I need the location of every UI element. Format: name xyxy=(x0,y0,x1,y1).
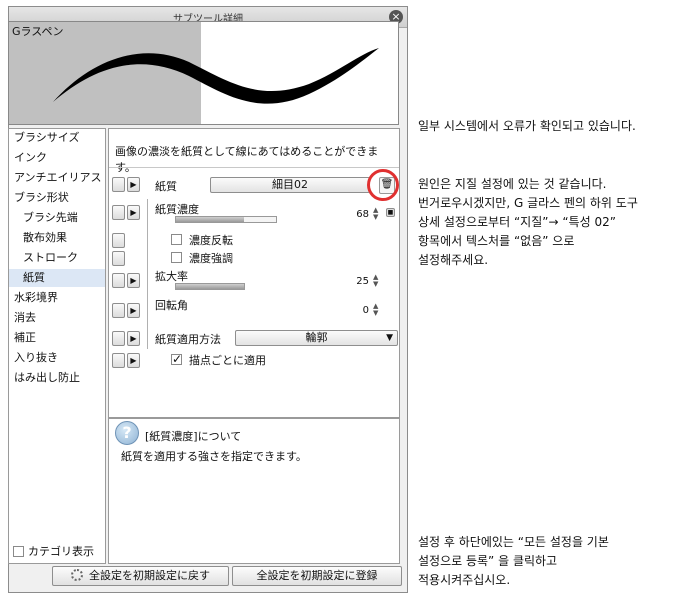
category-item-brush-shape[interactable]: ブラシ形状 xyxy=(9,189,105,207)
category-display-checkbox[interactable] xyxy=(13,545,24,557)
scale-slider[interactable] xyxy=(175,283,245,290)
tree-line xyxy=(147,199,148,349)
reset-all-settings-button[interactable]: 全設定を初期設定に戻す xyxy=(52,566,229,586)
category-item-prevent-overflow[interactable]: はみ出し防止 xyxy=(9,369,105,387)
per-dot-checkbox[interactable] xyxy=(171,352,182,366)
expand-arrow-icon[interactable]: ▶ xyxy=(127,303,140,318)
paper-density-value[interactable]: 68 xyxy=(339,209,369,220)
category-item-erase[interactable]: 消去 xyxy=(9,309,105,327)
expand-arrow-icon[interactable]: ▶ xyxy=(127,353,140,368)
help-body: 紙質を適用する強さを指定できます。 xyxy=(121,450,307,463)
paper-label: 紙質 xyxy=(155,180,177,193)
show-in-tool-property-toggle[interactable] xyxy=(112,273,125,288)
question-icon: ? xyxy=(115,421,139,445)
paper-density-spinner-icon[interactable]: ▲ ▼ xyxy=(373,207,382,221)
per-dot-label: 描点ごとに適用 xyxy=(189,354,266,367)
category-display-toggle[interactable]: カテゴリ表示 xyxy=(13,543,94,559)
reset-icon xyxy=(71,569,83,581)
invert-density-label: 濃度反転 xyxy=(189,234,233,247)
expand-arrow-icon[interactable]: ▶ xyxy=(127,205,140,220)
help-panel: ? [紙質濃度]について 紙質を適用する強さを指定できます。 xyxy=(108,418,400,564)
paper-density-label: 紙質濃度 xyxy=(155,203,199,216)
category-item-start-end[interactable]: 入り抜き xyxy=(9,349,105,367)
emphasize-density-checkbox[interactable] xyxy=(171,252,182,263)
category-list: ブラシサイズ インク アンチエイリアス ブラシ形状 ブラシ先端 散布効果 ストロ… xyxy=(8,128,106,564)
apply-method-dropdown[interactable]: 輪郭 ▼ xyxy=(235,330,398,346)
brush-name: Gラスペン xyxy=(12,25,64,38)
scale-fill xyxy=(176,284,244,289)
category-item-stroke[interactable]: ストローク xyxy=(9,249,105,267)
expand-arrow-icon[interactable]: ▶ xyxy=(127,273,140,288)
paper-density-fill xyxy=(176,217,244,222)
slider-mode-icon[interactable]: ■ xyxy=(386,208,395,217)
category-item-texture[interactable]: 紙質 xyxy=(9,269,105,287)
rotation-label: 回転角 xyxy=(155,299,188,312)
category-item-correction[interactable]: 補正 xyxy=(9,329,105,347)
brush-preview: Gラスペン xyxy=(8,21,399,125)
scale-spinner-icon[interactable]: ▲ ▼ xyxy=(373,274,382,288)
reset-button-label: 全設定を初期設定に戻す xyxy=(89,569,210,582)
category-item-ink[interactable]: インク xyxy=(9,149,105,167)
apply-method-label: 紙質適用方法 xyxy=(155,333,221,346)
show-in-tool-property-toggle[interactable] xyxy=(112,303,125,318)
register-all-settings-button[interactable]: 全設定を初期設定に登録 xyxy=(232,566,402,586)
expand-arrow-icon[interactable]: ▶ xyxy=(127,177,140,192)
category-item-brush-size[interactable]: ブラシサイズ xyxy=(9,129,105,147)
show-in-tool-property-toggle[interactable] xyxy=(112,177,125,192)
category-item-watercolor-edge[interactable]: 水彩境界 xyxy=(9,289,105,307)
category-item-brush-tip[interactable]: ブラシ先端 xyxy=(9,209,105,227)
rotation-spinner-icon[interactable]: ▲ ▼ xyxy=(373,303,382,317)
show-in-tool-property-toggle[interactable] xyxy=(112,233,125,248)
invert-density-checkbox[interactable] xyxy=(171,234,182,245)
chevron-down-icon: ▼ xyxy=(386,333,393,343)
note-error: 일부 시스템에서 오류가 확인되고 있습니다. xyxy=(418,119,636,133)
paper-density-slider[interactable] xyxy=(175,216,277,223)
highlight-circle xyxy=(367,169,399,201)
help-title: [紙質濃度]について xyxy=(145,430,242,443)
category-item-antialias[interactable]: アンチエイリアス xyxy=(9,169,105,187)
scale-value[interactable]: 25 xyxy=(339,276,369,287)
note-register: 설정 후 하단에있는 “모든 설정을 기본 설정으로 등록” 을 클릭하고 적용… xyxy=(418,535,609,587)
show-in-tool-property-toggle[interactable] xyxy=(112,205,125,220)
show-in-tool-property-toggle[interactable] xyxy=(112,331,125,346)
expand-arrow-icon[interactable]: ▶ xyxy=(127,331,140,346)
rotation-value[interactable]: 0 xyxy=(339,305,369,316)
category-display-label: カテゴリ表示 xyxy=(28,545,94,558)
category-item-spray[interactable]: 散布効果 xyxy=(9,229,105,247)
category-description: 画像の濃淡を紙質として線にあてはめることができます。 xyxy=(115,145,379,174)
paper-texture-button[interactable]: 細目02 xyxy=(210,177,370,193)
note-cause: 원인은 지질 설정에 있는 것 같습니다. 번거로우시겠지만, G 글라스 펜의… xyxy=(418,177,638,267)
show-in-tool-property-toggle[interactable] xyxy=(112,353,125,368)
scale-label: 拡大率 xyxy=(155,270,188,283)
stroke-preview-icon xyxy=(53,48,379,104)
show-in-tool-property-toggle[interactable] xyxy=(112,251,125,266)
emphasize-density-label: 濃度強調 xyxy=(189,252,233,265)
divider xyxy=(109,167,399,168)
settings-panel: 画像の濃淡を紙質として線にあてはめることができます。 ▶ 紙質 細目02 🗑 ▶… xyxy=(108,128,400,418)
apply-method-value: 輪郭 xyxy=(305,331,328,344)
